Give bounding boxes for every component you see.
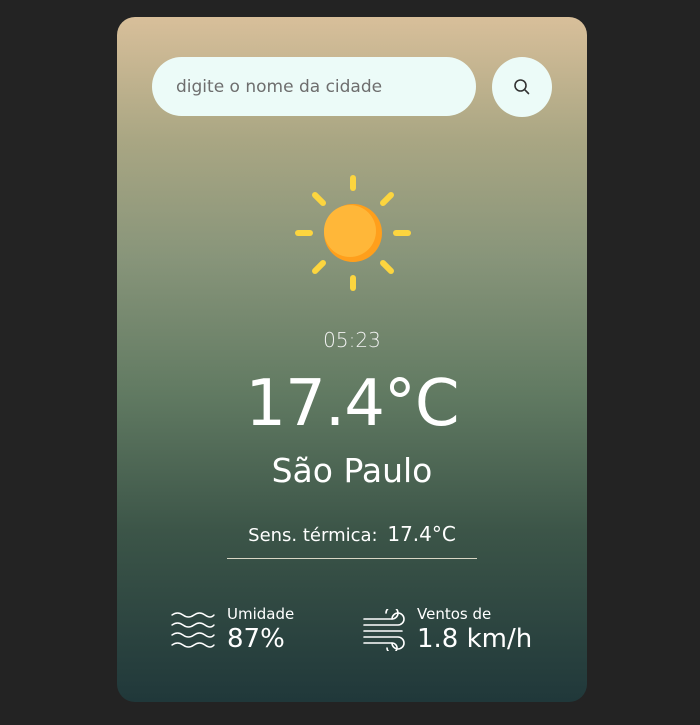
feels-like: Sens. térmica: 17.4°C	[227, 522, 477, 546]
sun-icon	[295, 175, 411, 291]
search-button[interactable]	[492, 57, 552, 117]
humidity-value: 87%	[227, 624, 285, 654]
temperature: 17.4°C	[245, 367, 459, 441]
city-name: São Paulo	[271, 451, 433, 490]
wind-icon	[363, 609, 405, 651]
feels-like-label: Sens. térmica:	[248, 525, 378, 546]
weather-card: 05:23 17.4°C São Paulo Sens. térmica: 17…	[117, 17, 587, 702]
wind-stat: Ventos de 1.8 km/h	[362, 605, 562, 655]
humidity-label: Umidade	[227, 605, 295, 623]
wind-value: 1.8 km/h	[417, 624, 533, 654]
humidity-waves-icon	[171, 612, 215, 648]
feels-like-value: 17.4°C	[387, 522, 456, 546]
divider	[227, 558, 477, 559]
humidity-stat: Umidade 87%	[170, 605, 330, 655]
wind-label: Ventos de	[417, 605, 492, 623]
local-time: 05:23	[323, 328, 381, 352]
search-icon	[514, 79, 530, 95]
city-search-input[interactable]	[152, 57, 476, 116]
